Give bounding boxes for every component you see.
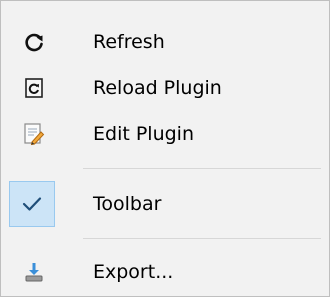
edit-plugin-icon bbox=[17, 117, 51, 151]
menu-item-refresh[interactable]: Refresh bbox=[9, 19, 321, 65]
menu-item-edit-plugin[interactable]: Edit Plugin bbox=[9, 111, 321, 157]
menu-separator bbox=[83, 238, 321, 239]
menu-item-toolbar[interactable]: Toolbar bbox=[9, 181, 321, 227]
check-icon bbox=[9, 181, 55, 227]
menu-item-label: Toolbar bbox=[93, 193, 162, 215]
context-menu: Refresh Reload Plugin Edit Plugin Toolba… bbox=[0, 0, 330, 297]
export-icon bbox=[17, 255, 51, 289]
reload-plugin-icon bbox=[17, 71, 51, 105]
refresh-icon bbox=[17, 25, 51, 59]
menu-item-label: Refresh bbox=[93, 31, 165, 53]
menu-item-export[interactable]: Export... bbox=[9, 249, 321, 295]
menu-item-label: Reload Plugin bbox=[93, 77, 222, 99]
menu-separator bbox=[83, 168, 321, 169]
menu-item-label: Edit Plugin bbox=[93, 123, 194, 145]
menu-item-reload-plugin[interactable]: Reload Plugin bbox=[9, 65, 321, 111]
menu-item-label: Export... bbox=[93, 261, 174, 283]
